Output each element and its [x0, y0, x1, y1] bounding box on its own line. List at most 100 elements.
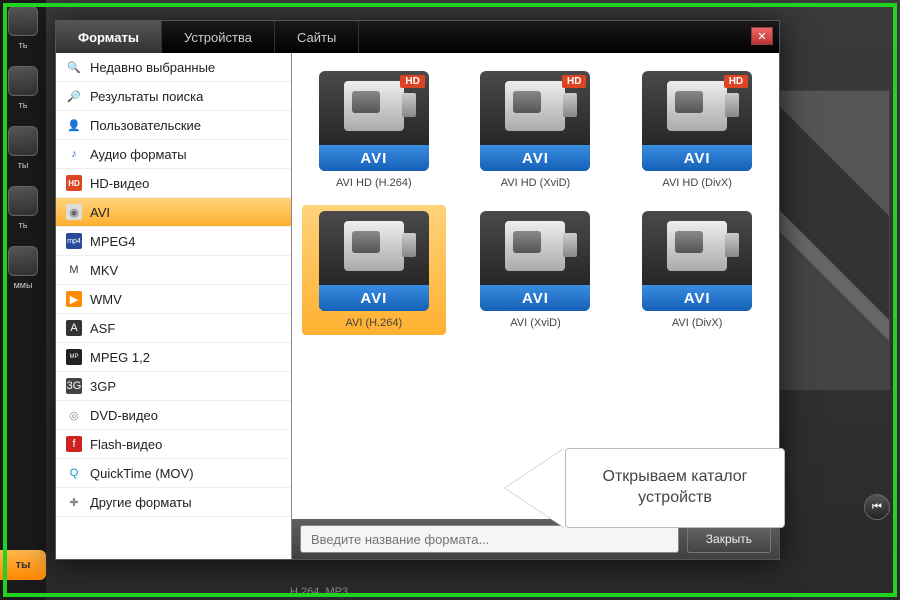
sidebar-item-label: HD-видео — [90, 176, 149, 191]
mkv-icon: M — [66, 262, 82, 278]
sidebar-item-3gp[interactable]: 3G 3GP — [56, 372, 291, 401]
sidebar-item-label: AVI — [90, 205, 110, 220]
format-card-3[interactable]: AVI AVI (H.264) — [302, 205, 446, 335]
format-band: AVI — [480, 285, 590, 311]
close-button[interactable]: Закрыть — [687, 525, 771, 553]
format-band: AVI — [319, 145, 429, 171]
sidebar-item-label: DVD-видео — [90, 408, 158, 423]
rail-button-3[interactable] — [8, 186, 38, 216]
format-band: AVI — [319, 285, 429, 311]
sidebar-item-label: Flash-видео — [90, 437, 162, 452]
sidebar-item-user[interactable]: 👤 Пользовательские — [56, 111, 291, 140]
hd-badge: HD — [562, 75, 586, 88]
sidebar-item-label: Результаты поиска — [90, 89, 203, 104]
hd-badge: HD — [400, 75, 424, 88]
sidebar-item-audio[interactable]: ♪ Аудио форматы — [56, 140, 291, 169]
avi-icon: ◉ — [66, 204, 82, 220]
format-label: AVI HD (XviD) — [501, 177, 570, 189]
sidebar-item-label: QuickTime (MOV) — [90, 466, 194, 481]
other-icon: ✚ — [66, 494, 82, 510]
camcorder-icon: AVI — [319, 211, 429, 311]
category-sidebar: 🔍 Недавно выбранные 🔎 Результаты поиска 👤 Пол… — [56, 53, 292, 559]
sidebar-item-qt[interactable]: Q QuickTime (MOV) — [56, 459, 291, 488]
tab-устройства[interactable]: Устройства — [162, 21, 275, 53]
3gp-icon: 3G — [66, 378, 82, 394]
recent-icon: 🔍 — [66, 59, 82, 75]
dialog-titlebar: ФорматыУстройстваСайты ✕ — [56, 21, 779, 53]
format-label: AVI (XviD) — [510, 317, 561, 329]
hd-badge: HD — [724, 75, 748, 88]
dvd-icon: ◎ — [66, 407, 82, 423]
bottom-orange-button[interactable]: ты — [0, 550, 46, 580]
sidebar-item-recent[interactable]: 🔍 Недавно выбранные — [56, 53, 291, 82]
rail-label: ты — [18, 160, 29, 170]
sidebar-item-wmv[interactable]: ▶ WMV — [56, 285, 291, 314]
tab-форматы[interactable]: Форматы — [56, 21, 162, 53]
footer-codec-text: H.264. MP3 — [290, 586, 348, 598]
sidebar-item-mpeg[interactable]: MP MPEG 1,2 — [56, 343, 291, 372]
format-label: AVI (H.264) — [346, 317, 403, 329]
callout-text: Открываем каталог устройств — [565, 448, 785, 528]
arrow-left-icon — [505, 448, 565, 528]
asf-icon: A — [66, 320, 82, 336]
user-icon: 👤 — [66, 117, 82, 133]
sidebar-item-label: Аудио форматы — [90, 147, 187, 162]
sidebar-item-label: Пользовательские — [90, 118, 201, 133]
rail-label: ть — [19, 40, 28, 50]
sidebar-item-search[interactable]: 🔎 Результаты поиска — [56, 82, 291, 111]
wmv-icon: ▶ — [66, 291, 82, 307]
mp4-icon: mp4 — [66, 233, 82, 249]
format-card-1[interactable]: HD AVI AVI HD (XviD) — [464, 65, 608, 195]
sidebar-item-label: MPEG 1,2 — [90, 350, 150, 365]
format-search-input[interactable] — [300, 525, 679, 553]
sidebar-item-flash[interactable]: f Flash-видео — [56, 430, 291, 459]
sidebar-item-other[interactable]: ✚ Другие форматы — [56, 488, 291, 517]
sidebar-item-label: ASF — [90, 321, 115, 336]
audio-icon: ♪ — [66, 146, 82, 162]
camcorder-icon: HD AVI — [319, 71, 429, 171]
rail-label: ммы — [14, 280, 33, 290]
close-icon[interactable]: ✕ — [751, 27, 773, 45]
rail-button-0[interactable] — [8, 6, 38, 36]
sidebar-item-label: MKV — [90, 263, 118, 278]
prev-track-button[interactable]: ⏮ — [864, 494, 890, 520]
tutorial-callout: Открываем каталог устройств — [505, 448, 785, 528]
mpeg-icon: MP — [66, 349, 82, 365]
sidebar-item-avi[interactable]: ◉ AVI — [56, 198, 291, 227]
rail-button-1[interactable] — [8, 66, 38, 96]
format-label: AVI HD (H.264) — [336, 177, 412, 189]
format-card-4[interactable]: AVI AVI (XviD) — [464, 205, 608, 335]
sidebar-item-label: 3GP — [90, 379, 116, 394]
camcorder-icon: HD AVI — [642, 71, 752, 171]
format-band: AVI — [642, 285, 752, 311]
format-label: AVI (DivX) — [672, 317, 723, 329]
hd-icon: HD — [66, 175, 82, 191]
flash-icon: f — [66, 436, 82, 452]
rail-label: ть — [19, 100, 28, 110]
rail-label: ть — [19, 220, 28, 230]
format-band: AVI — [480, 145, 590, 171]
rail-button-2[interactable] — [8, 126, 38, 156]
sidebar-item-mkv[interactable]: M MKV — [56, 256, 291, 285]
format-band: AVI — [642, 145, 752, 171]
camcorder-icon: AVI — [480, 211, 590, 311]
tab-сайты[interactable]: Сайты — [275, 21, 359, 53]
camcorder-icon: HD AVI — [480, 71, 590, 171]
sidebar-item-dvd[interactable]: ◎ DVD-видео — [56, 401, 291, 430]
search-icon: 🔎 — [66, 88, 82, 104]
format-card-5[interactable]: AVI AVI (DivX) — [625, 205, 769, 335]
format-card-0[interactable]: HD AVI AVI HD (H.264) — [302, 65, 446, 195]
format-card-2[interactable]: HD AVI AVI HD (DivX) — [625, 65, 769, 195]
sidebar-item-hd[interactable]: HD HD-видео — [56, 169, 291, 198]
sidebar-item-label: Недавно выбранные — [90, 60, 215, 75]
sidebar-item-asf[interactable]: A ASF — [56, 314, 291, 343]
qt-icon: Q — [66, 465, 82, 481]
format-label: AVI HD (DivX) — [662, 177, 731, 189]
sidebar-item-label: MPEG4 — [90, 234, 136, 249]
sidebar-item-label: WMV — [90, 292, 122, 307]
sidebar-item-mp4[interactable]: mp4 MPEG4 — [56, 227, 291, 256]
left-rail: ть ть ты ть ммы — [0, 0, 46, 600]
rail-button-4[interactable] — [8, 246, 38, 276]
sidebar-item-label: Другие форматы — [90, 495, 192, 510]
camcorder-icon: AVI — [642, 211, 752, 311]
